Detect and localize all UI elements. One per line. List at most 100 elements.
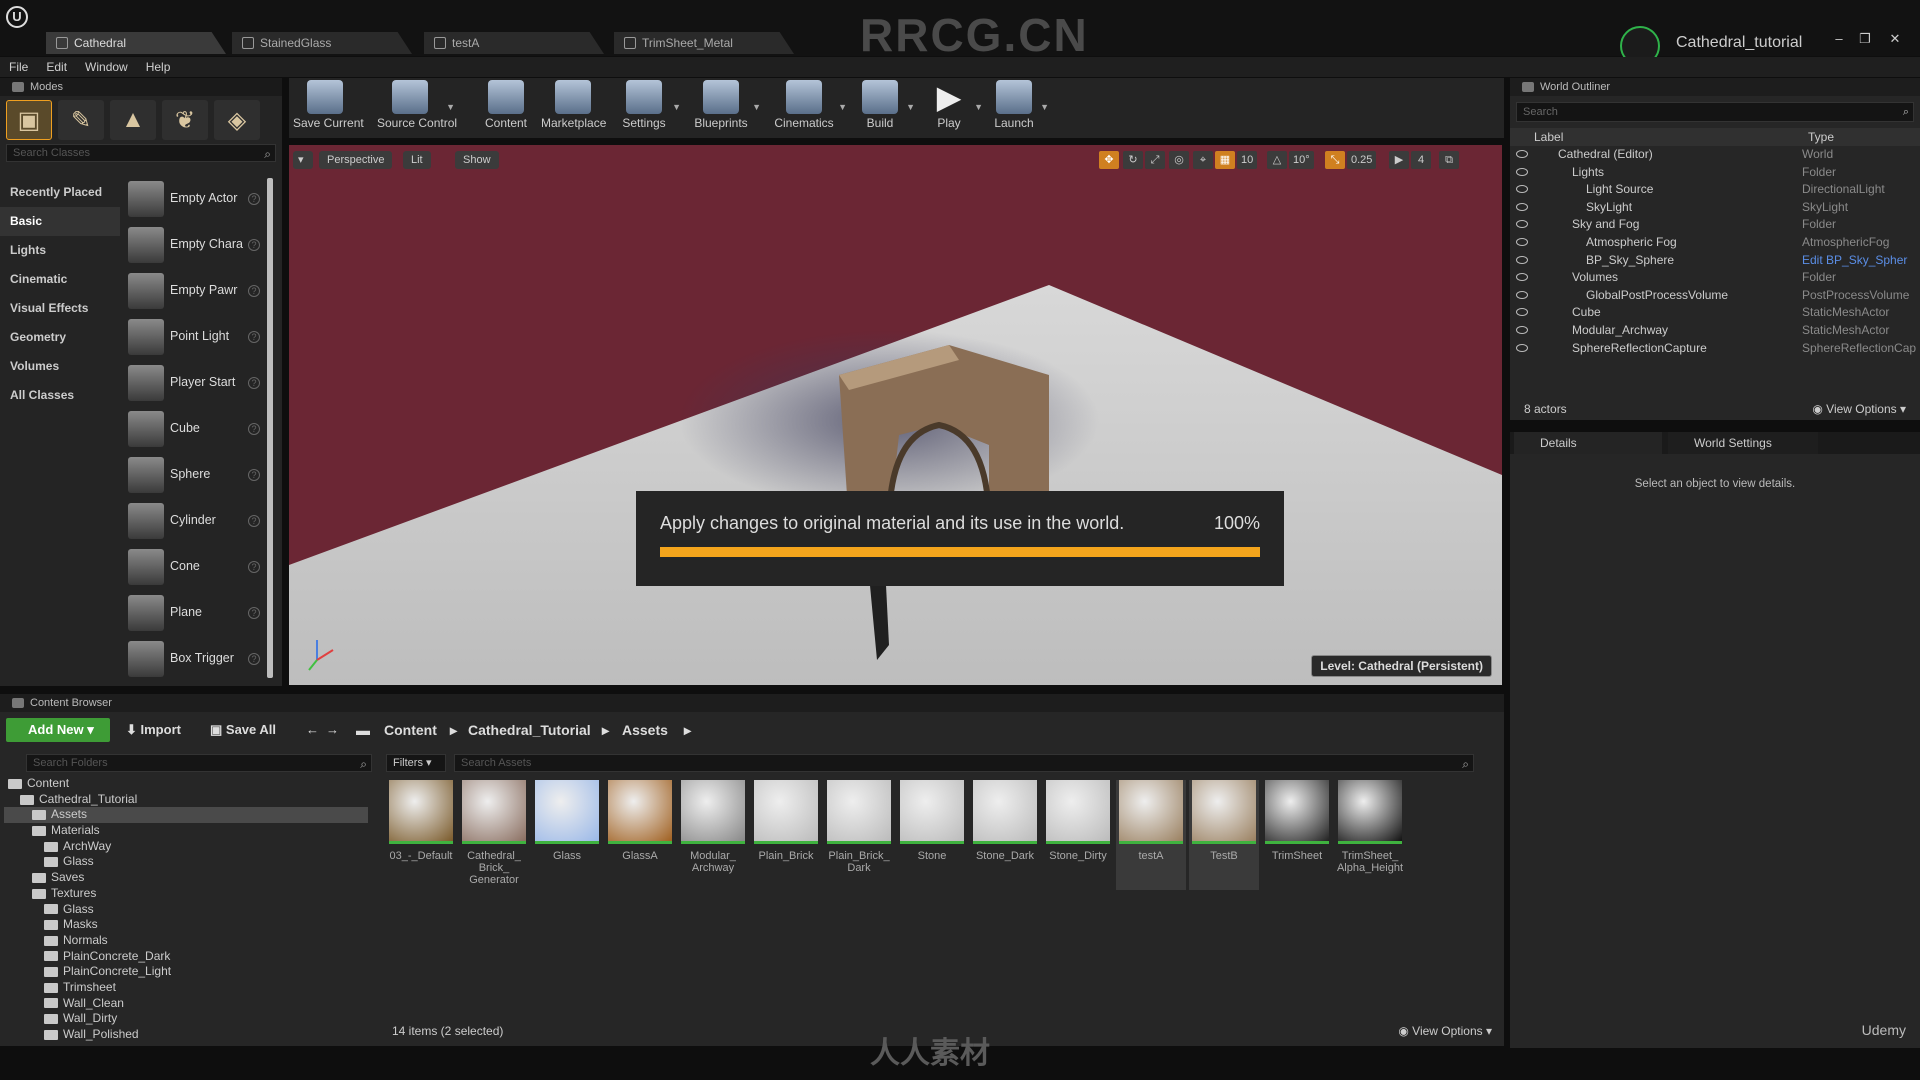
placeable-item[interactable]: Box Trigger? bbox=[124, 636, 264, 682]
visibility-eye-icon[interactable] bbox=[1516, 343, 1528, 352]
folder-item[interactable]: Normals bbox=[4, 933, 368, 949]
level-viewport[interactable]: ▾ Perspective Lit Show ✥ ↻ ⤢ ◎ ⌖ ▦ 10 △ … bbox=[289, 145, 1502, 685]
folder-item[interactable]: Textures bbox=[4, 886, 368, 902]
folder-item[interactable]: Glass bbox=[4, 854, 368, 870]
placeable-item[interactable]: Point Light? bbox=[124, 314, 264, 360]
tab-stainedglass[interactable]: StainedGlass bbox=[232, 32, 412, 54]
outliner-row[interactable]: GlobalPostProcessVolume PostProcessVolume bbox=[1510, 287, 1920, 305]
help-icon[interactable]: ? bbox=[248, 239, 260, 251]
folder-item[interactable]: Cathedral_Tutorial bbox=[4, 792, 368, 808]
forward-button[interactable]: → bbox=[326, 718, 339, 742]
actor-type[interactable]: Edit BP_Sky_Spher bbox=[1802, 252, 1920, 270]
asset-tile[interactable]: Cathedral_ Brick_ Generator bbox=[459, 780, 529, 890]
viewport-options-button[interactable]: ▾ bbox=[293, 151, 313, 169]
outliner-row[interactable]: Lights Folder bbox=[1510, 164, 1920, 182]
help-icon[interactable]: ? bbox=[248, 653, 260, 665]
category-recently-placed[interactable]: Recently Placed bbox=[0, 178, 120, 207]
asset-tile[interactable]: TrimSheet bbox=[1262, 780, 1332, 890]
folder-item[interactable]: Saves bbox=[4, 870, 368, 886]
asset-tile[interactable]: Stone bbox=[897, 780, 967, 890]
chevron-down-icon[interactable]: ▼ bbox=[752, 102, 761, 112]
rotation-snap-icon[interactable]: △ bbox=[1267, 151, 1287, 169]
tab-trimsheet-metal[interactable]: TrimSheet_Metal bbox=[614, 32, 794, 54]
help-icon[interactable]: ? bbox=[248, 607, 260, 619]
placeable-item[interactable]: Cylinder? bbox=[124, 498, 264, 544]
visibility-eye-icon[interactable] bbox=[1516, 255, 1528, 264]
tab-testa[interactable]: testA bbox=[424, 32, 604, 54]
asset-tile[interactable]: TestB bbox=[1189, 780, 1259, 890]
placeable-item[interactable]: Cone? bbox=[124, 544, 264, 590]
outliner-row[interactable]: Atmospheric Fog AtmosphericFog bbox=[1510, 234, 1920, 252]
visibility-eye-icon[interactable] bbox=[1516, 290, 1528, 299]
folder-item[interactable]: PlainConcrete_Dark bbox=[4, 949, 368, 965]
camera-speed-value[interactable]: 4 bbox=[1411, 151, 1431, 169]
folder-item[interactable]: PlainConcrete_Light bbox=[4, 964, 368, 980]
chevron-down-icon[interactable]: ▼ bbox=[974, 102, 983, 112]
visibility-eye-icon[interactable] bbox=[1516, 220, 1528, 229]
landscape-mode-icon[interactable]: ▲ bbox=[110, 100, 156, 140]
folder-item[interactable]: Masks bbox=[4, 917, 368, 933]
play-button[interactable]: ▶ Play ▼ bbox=[927, 80, 983, 136]
chevron-down-icon[interactable]: ▼ bbox=[1040, 102, 1049, 112]
visibility-eye-icon[interactable] bbox=[1516, 150, 1528, 158]
menu-edit[interactable]: Edit bbox=[37, 57, 76, 77]
folder-search-input[interactable]: Search Folders ⌕ bbox=[26, 754, 372, 772]
category-lights[interactable]: Lights bbox=[0, 236, 120, 265]
type-column-header[interactable]: Type bbox=[1808, 130, 1834, 144]
asset-tile[interactable]: 03_-_Default bbox=[386, 780, 456, 890]
asset-tile[interactable]: Plain_Brick bbox=[751, 780, 821, 890]
asset-tile[interactable]: TrimSheet_ Alpha_Height bbox=[1335, 780, 1405, 890]
asset-tile[interactable]: GlassA bbox=[605, 780, 675, 890]
outliner-row[interactable]: SkyLight SkyLight bbox=[1510, 199, 1920, 217]
help-icon[interactable]: ? bbox=[248, 377, 260, 389]
help-icon[interactable]: ? bbox=[248, 285, 260, 297]
camera-speed-icon[interactable]: ▶ bbox=[1389, 151, 1409, 169]
tab-cathedral[interactable]: Cathedral bbox=[46, 32, 226, 54]
placeable-item[interactable]: Player Start? bbox=[124, 360, 264, 406]
chevron-down-icon[interactable]: ▼ bbox=[672, 102, 681, 112]
breadcrumb-content[interactable]: Content bbox=[384, 718, 437, 742]
help-icon[interactable]: ? bbox=[248, 515, 260, 527]
placeable-item[interactable]: Empty Actor? bbox=[124, 176, 264, 222]
placeable-item[interactable]: Empty Chara? bbox=[124, 222, 264, 268]
placeable-item[interactable]: Cube? bbox=[124, 406, 264, 452]
grid-snap-value[interactable]: 10 bbox=[1237, 151, 1258, 169]
outliner-search-input[interactable]: Search ⌕ bbox=[1516, 102, 1914, 122]
paint-mode-icon[interactable]: ✎ bbox=[58, 100, 104, 140]
rotate-icon[interactable]: ↻ bbox=[1123, 151, 1143, 169]
scale-snap-value[interactable]: 0.25 bbox=[1347, 151, 1377, 169]
visibility-eye-icon[interactable] bbox=[1516, 325, 1528, 334]
chevron-down-icon[interactable]: ▼ bbox=[906, 102, 915, 112]
chevron-down-icon[interactable]: ▼ bbox=[446, 102, 455, 112]
show-button[interactable]: Show bbox=[455, 151, 499, 169]
content-button[interactable]: Content bbox=[481, 80, 531, 136]
folder-item[interactable]: Materials bbox=[4, 823, 368, 839]
visibility-eye-icon[interactable] bbox=[1516, 185, 1528, 194]
save-all-button[interactable]: ▣ Save All bbox=[210, 718, 276, 742]
category-volumes[interactable]: Volumes bbox=[0, 352, 120, 381]
scale-snap-icon[interactable]: ⤡ bbox=[1325, 151, 1345, 169]
settings-button[interactable]: Settings ▼ bbox=[619, 80, 681, 136]
folder-item[interactable]: Trimsheet bbox=[4, 980, 368, 996]
maximize-viewport-icon[interactable]: ⧉ bbox=[1439, 151, 1459, 169]
maximize-button[interactable]: ❐ bbox=[1856, 32, 1874, 46]
folder-item[interactable]: ArchWay bbox=[4, 839, 368, 855]
category-geometry[interactable]: Geometry bbox=[0, 323, 120, 352]
foliage-mode-icon[interactable]: ❦ bbox=[162, 100, 208, 140]
help-icon[interactable]: ? bbox=[248, 423, 260, 435]
outliner-row[interactable]: Modular_Archway StaticMeshActor bbox=[1510, 322, 1920, 340]
chevron-down-icon[interactable]: ▼ bbox=[838, 102, 847, 112]
add-new-button[interactable]: Add New ▾ bbox=[6, 718, 110, 742]
folder-item[interactable]: Glass bbox=[4, 902, 368, 918]
view-options-button[interactable]: ◉ View Options ▾ bbox=[1398, 1024, 1492, 1038]
view-options-button[interactable]: ◉ View Options ▾ bbox=[1812, 398, 1906, 420]
asset-tile[interactable]: testA bbox=[1116, 780, 1186, 890]
save-current-button[interactable]: Save Current bbox=[293, 80, 364, 136]
category-visual-effects[interactable]: Visual Effects bbox=[0, 294, 120, 323]
world-local-icon[interactable]: ◎ bbox=[1169, 151, 1189, 169]
surface-snap-icon[interactable]: ⌖ bbox=[1193, 151, 1213, 169]
visibility-eye-icon[interactable] bbox=[1516, 308, 1528, 317]
category-cinematic[interactable]: Cinematic bbox=[0, 265, 120, 294]
import-button[interactable]: ⬇ Import bbox=[126, 718, 181, 742]
back-button[interactable]: ← bbox=[306, 718, 319, 742]
